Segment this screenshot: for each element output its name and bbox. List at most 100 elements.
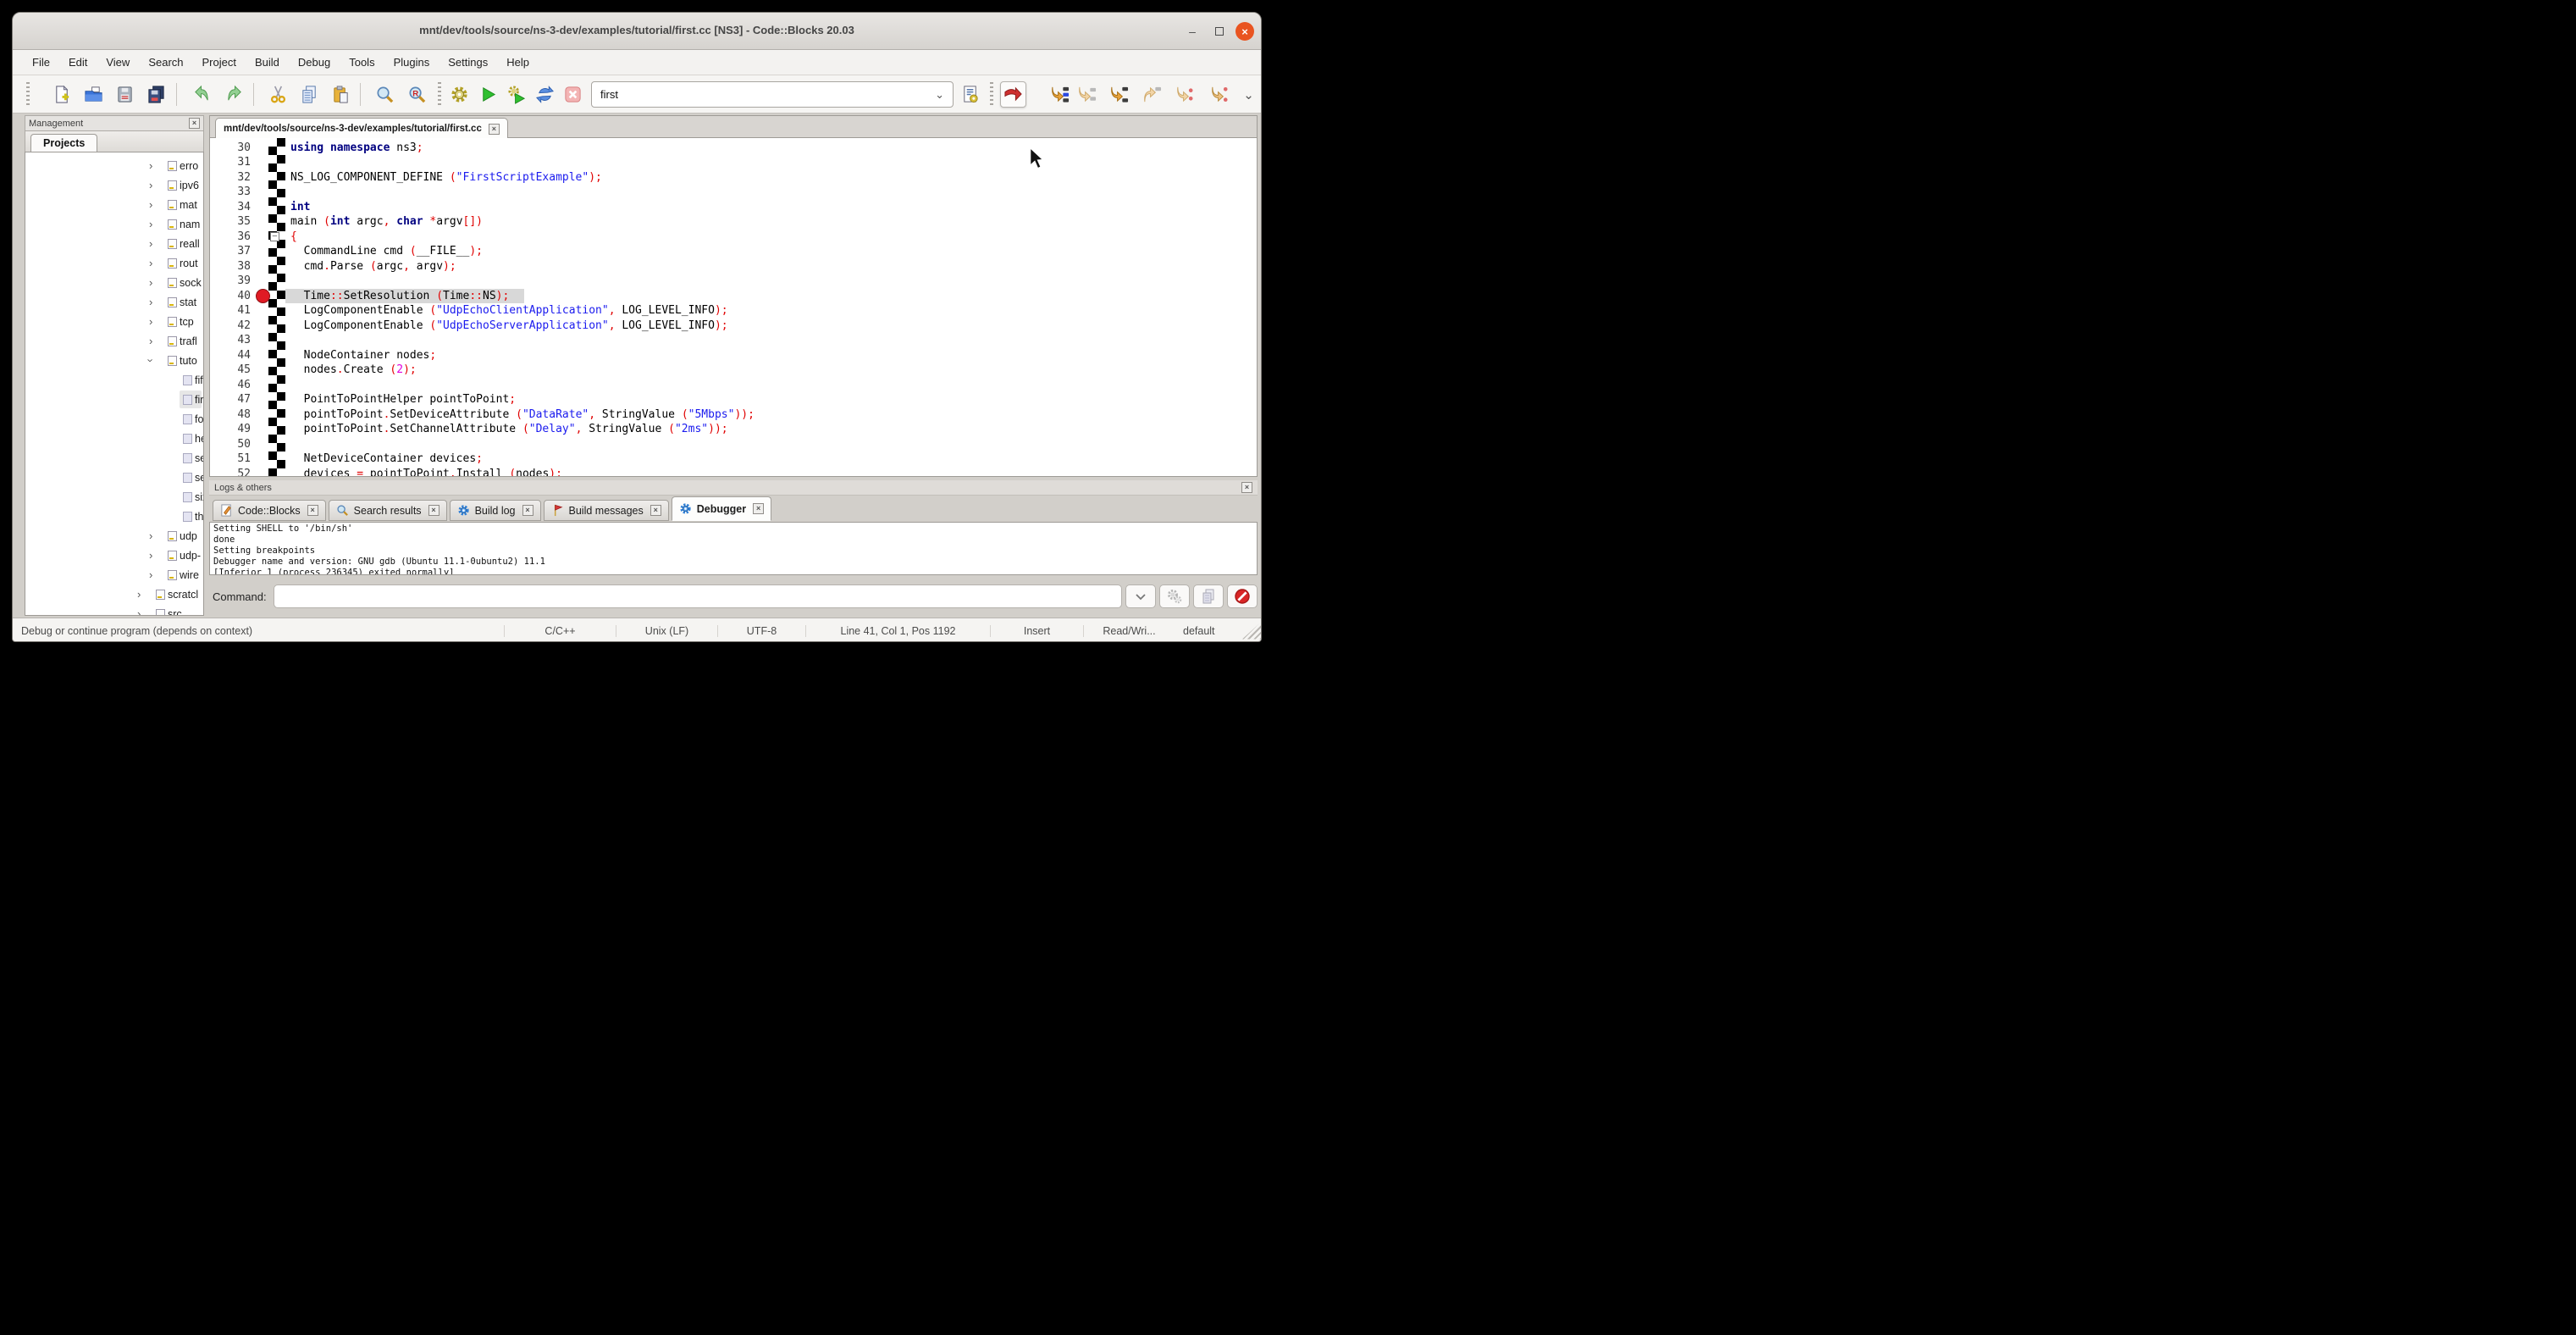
build-button[interactable] bbox=[446, 81, 473, 108]
menu-item-search[interactable]: Search bbox=[139, 53, 192, 72]
code-line-43[interactable]: 43 bbox=[210, 333, 1257, 348]
fold-margin-cell[interactable] bbox=[268, 333, 285, 348]
menu-item-settings[interactable]: Settings bbox=[439, 53, 497, 72]
code-line-50[interactable]: 50 bbox=[210, 437, 1257, 452]
code-line-49[interactable]: 49 pointToPoint.SetChannelAttribute ("De… bbox=[210, 422, 1257, 437]
titlebar[interactable]: mnt/dev/tools/source/ns-3-dev/examples/t… bbox=[13, 13, 1261, 50]
code-line-40[interactable]: 40 Time::SetResolution (Time::NS); bbox=[210, 289, 1257, 304]
line-number[interactable]: 41 bbox=[210, 303, 268, 319]
fold-collapse-icon[interactable]: – bbox=[270, 232, 279, 241]
tree-item-six[interactable]: six bbox=[25, 487, 203, 507]
fold-margin-cell[interactable] bbox=[268, 170, 285, 186]
line-number[interactable]: 52 bbox=[210, 467, 268, 478]
fold-margin-cell[interactable] bbox=[268, 392, 285, 407]
chevron-right-icon[interactable]: › bbox=[149, 218, 152, 230]
tab-close-icon[interactable]: × bbox=[428, 505, 439, 516]
open-file-button[interactable] bbox=[80, 81, 107, 108]
line-number[interactable]: 36 bbox=[210, 230, 268, 245]
build-and-run-button[interactable] bbox=[504, 81, 530, 108]
fold-margin-cell[interactable] bbox=[268, 200, 285, 215]
fold-margin-cell[interactable] bbox=[268, 259, 285, 274]
replace-button[interactable]: R bbox=[404, 81, 430, 108]
code-line-38[interactable]: 38 cmd.Parse (argc, argv); bbox=[210, 259, 1257, 274]
editor-tab-close-icon[interactable]: × bbox=[489, 124, 500, 135]
line-number[interactable]: 32 bbox=[210, 170, 268, 186]
next-line-button[interactable] bbox=[1074, 81, 1100, 108]
save-all-button[interactable] bbox=[143, 81, 169, 108]
copy-log-button[interactable] bbox=[1193, 584, 1224, 608]
tree-item-he[interactable]: he bbox=[25, 429, 203, 448]
menu-item-plugins[interactable]: Plugins bbox=[384, 53, 439, 72]
menu-item-edit[interactable]: Edit bbox=[59, 53, 97, 72]
code-line-35[interactable]: 35main (int argc, char *argv[]) bbox=[210, 214, 1257, 230]
save-button[interactable] bbox=[112, 81, 138, 108]
line-number[interactable]: 33 bbox=[210, 185, 268, 200]
code-line-42[interactable]: 42 LogComponentEnable ("UdpEchoServerApp… bbox=[210, 319, 1257, 334]
tree-item-fif[interactable]: fif bbox=[25, 370, 203, 390]
code-line-37[interactable]: 37 CommandLine cmd (__FILE__); bbox=[210, 244, 1257, 259]
tree-item-ipv6[interactable]: ›ipv6 bbox=[25, 175, 203, 195]
code-line-39[interactable]: 39 bbox=[210, 274, 1257, 289]
debug-continue-button[interactable] bbox=[1000, 81, 1026, 108]
code-line-33[interactable]: 33 bbox=[210, 185, 1257, 200]
fold-margin-cell[interactable] bbox=[268, 274, 285, 289]
tree-item-fo[interactable]: fo bbox=[25, 409, 203, 429]
chevron-right-icon[interactable]: › bbox=[149, 296, 152, 308]
copy-button[interactable] bbox=[296, 81, 323, 108]
chevron-right-icon[interactable]: › bbox=[137, 607, 141, 616]
chevron-right-icon[interactable]: › bbox=[149, 529, 152, 542]
step-out-button[interactable] bbox=[1139, 81, 1165, 108]
fold-margin-cell[interactable] bbox=[268, 141, 285, 156]
chevron-right-icon[interactable]: › bbox=[149, 198, 152, 211]
line-number[interactable]: 31 bbox=[210, 155, 268, 170]
tree-item-scratcl[interactable]: ›scratcl bbox=[25, 584, 203, 604]
menu-item-project[interactable]: Project bbox=[193, 53, 246, 72]
code-line-34[interactable]: 34int bbox=[210, 200, 1257, 215]
command-input[interactable] bbox=[274, 584, 1122, 608]
menu-item-tools[interactable]: Tools bbox=[340, 53, 384, 72]
line-number[interactable]: 39 bbox=[210, 274, 268, 289]
menu-item-help[interactable]: Help bbox=[497, 53, 539, 72]
run-to-cursor-button[interactable] bbox=[1047, 81, 1073, 108]
breakpoint-marker[interactable] bbox=[256, 289, 270, 303]
fold-margin-cell[interactable] bbox=[268, 363, 285, 378]
logs-tab-code-blocks[interactable]: Code::Blocks× bbox=[213, 500, 326, 521]
line-number[interactable]: 43 bbox=[210, 333, 268, 348]
step-into-instruction-button[interactable] bbox=[1207, 81, 1233, 108]
code-line-52[interactable]: 52 devices = pointToPoint.Install (nodes… bbox=[210, 467, 1257, 478]
tree-item-udp[interactable]: ›udp bbox=[25, 526, 203, 546]
new-file-button[interactable] bbox=[49, 81, 75, 108]
command-history-dropdown[interactable] bbox=[1125, 584, 1156, 608]
fold-margin-cell[interactable] bbox=[268, 348, 285, 363]
chevron-right-icon[interactable]: › bbox=[149, 276, 152, 289]
code-line-45[interactable]: 45 nodes.Create (2); bbox=[210, 363, 1257, 378]
tab-close-icon[interactable]: × bbox=[307, 505, 318, 516]
fold-margin-cell[interactable] bbox=[268, 319, 285, 334]
logs-tab-search-results[interactable]: Search results× bbox=[329, 500, 447, 521]
line-number[interactable]: 37 bbox=[210, 244, 268, 259]
line-number[interactable]: 42 bbox=[210, 319, 268, 334]
close-button[interactable]: × bbox=[1235, 22, 1254, 41]
toolbar-overflow-chevron[interactable]: ⌄ bbox=[1235, 81, 1262, 108]
fold-margin-cell[interactable] bbox=[268, 437, 285, 452]
menu-item-debug[interactable]: Debug bbox=[289, 53, 340, 72]
chevron-down-icon[interactable]: › bbox=[145, 358, 158, 362]
find-button[interactable] bbox=[372, 81, 398, 108]
management-close-icon[interactable]: × bbox=[189, 118, 200, 129]
line-number[interactable]: 35 bbox=[210, 214, 268, 230]
chevron-right-icon[interactable]: › bbox=[149, 237, 152, 250]
tree-item-sock[interactable]: ›sock bbox=[25, 273, 203, 292]
chevron-right-icon[interactable]: › bbox=[149, 159, 152, 172]
line-number[interactable]: 30 bbox=[210, 141, 268, 156]
fold-margin-cell[interactable] bbox=[268, 289, 285, 304]
tree-item-trafl[interactable]: ›trafl bbox=[25, 331, 203, 351]
tree-item-rout[interactable]: ›rout bbox=[25, 253, 203, 273]
tab-close-icon[interactable]: × bbox=[753, 503, 764, 514]
code-line-32[interactable]: 32NS_LOG_COMPONENT_DEFINE ("FirstScriptE… bbox=[210, 170, 1257, 186]
stop-debugger-button[interactable] bbox=[1227, 584, 1258, 608]
tree-item-mat[interactable]: ›mat bbox=[25, 195, 203, 214]
code-line-47[interactable]: 47 PointToPointHelper pointToPoint; bbox=[210, 392, 1257, 407]
maximize-button[interactable] bbox=[1210, 22, 1229, 41]
line-number[interactable]: 38 bbox=[210, 259, 268, 274]
code-line-46[interactable]: 46 bbox=[210, 378, 1257, 393]
